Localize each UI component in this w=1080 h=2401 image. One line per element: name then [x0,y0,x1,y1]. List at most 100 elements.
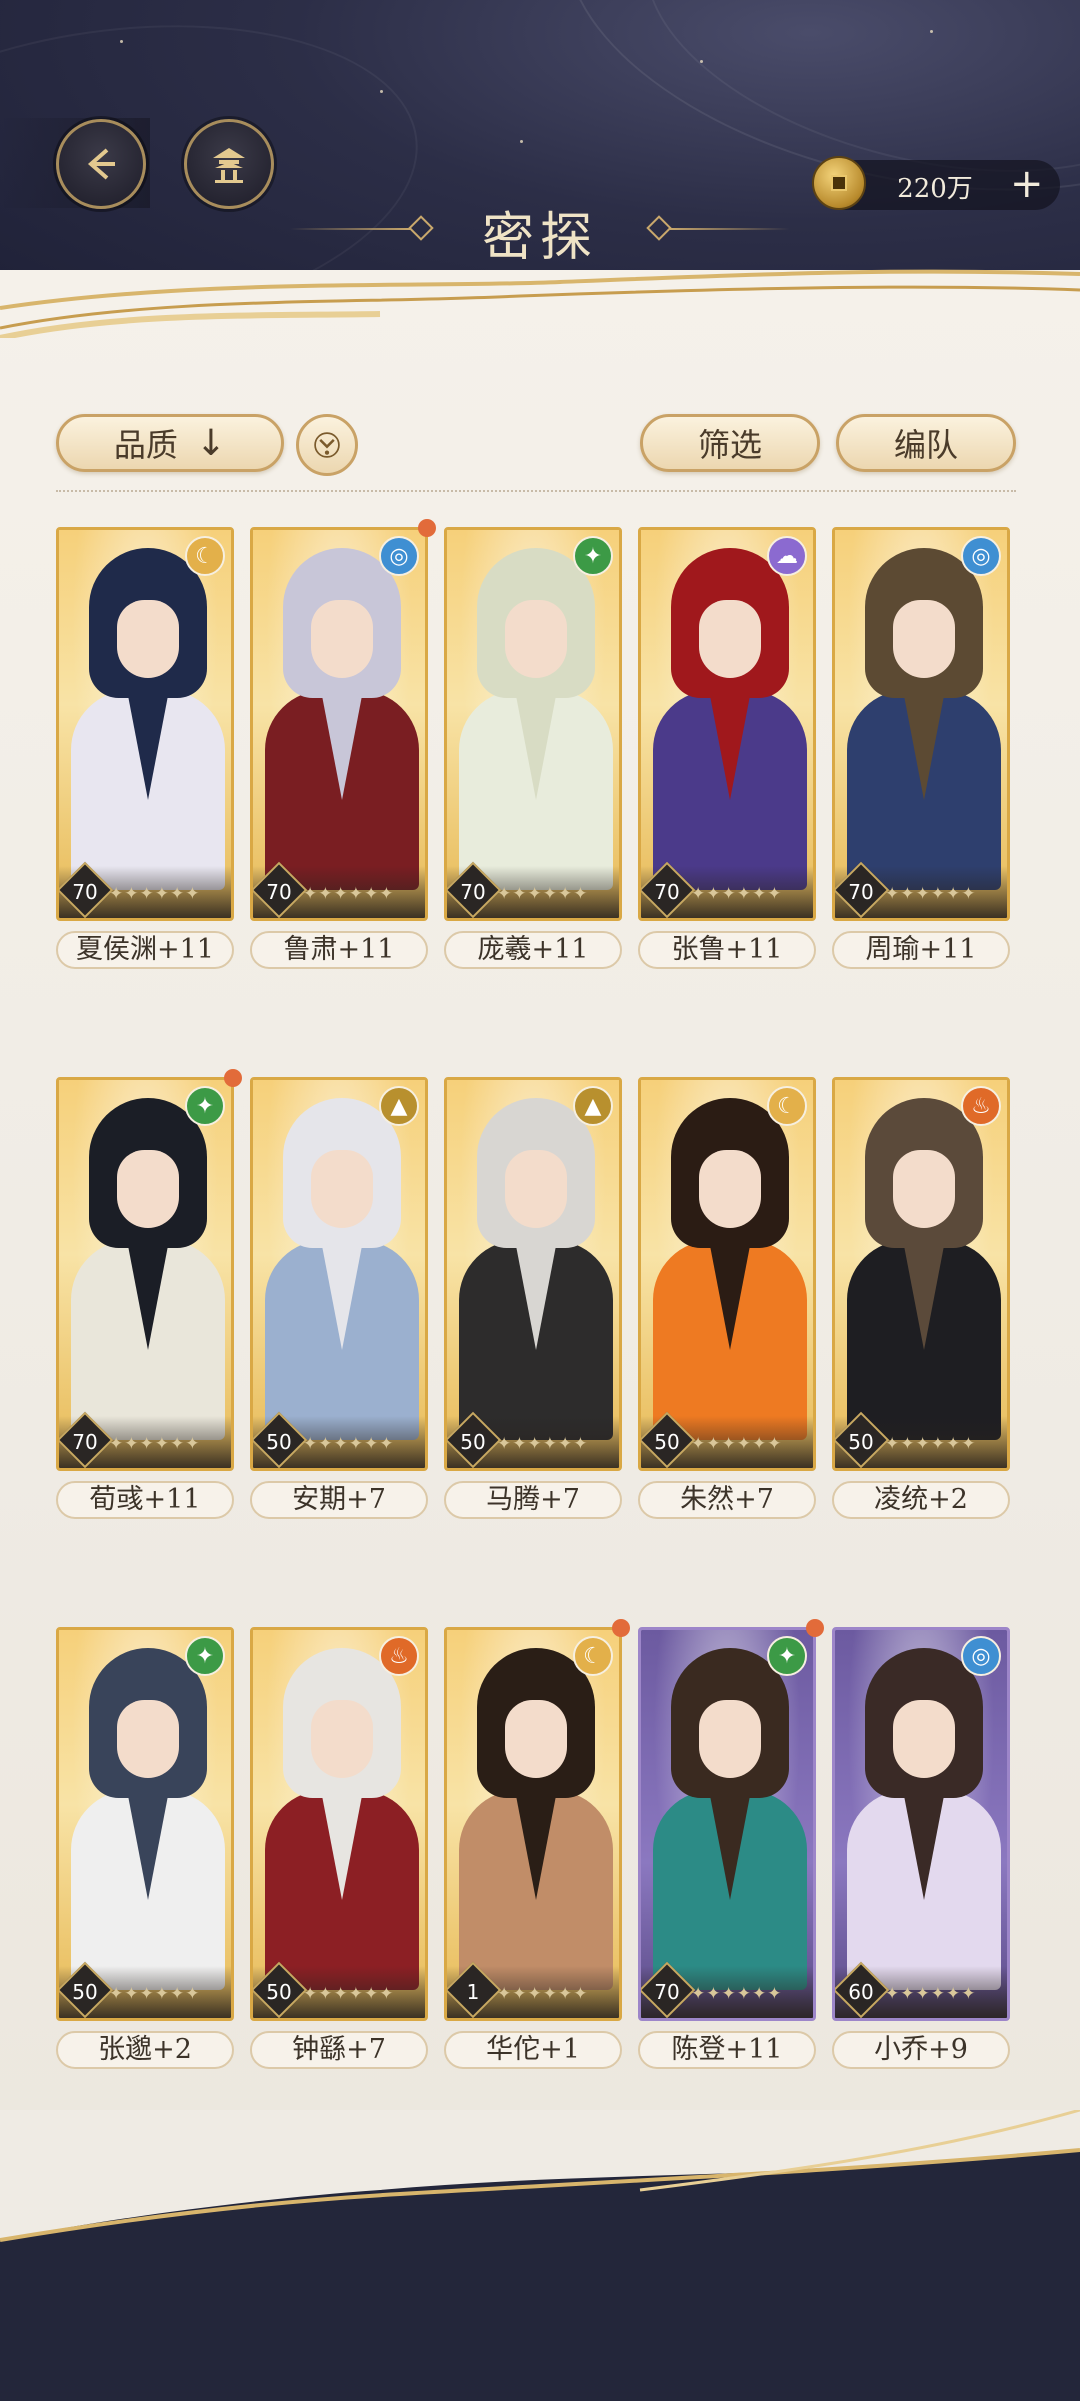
character-name: 鲁肃+11 [250,931,428,969]
character-card[interactable]: 70 ✦✦✦✦✦✦ ☁ 张鲁+11 [638,527,816,969]
character-portrait: 50 ✦✦✦✦✦✦ ▲ [250,1077,428,1471]
team-button[interactable]: 编队 [836,414,1016,472]
character-card[interactable]: 50 ✦✦✦✦✦✦ ♨ 钟繇+7 [250,1627,428,2069]
title-ornament-line [670,228,790,230]
fire-icon: ♨ [379,1636,419,1676]
star-rating: ✦✦✦✦✦✦ [497,1984,589,2004]
character-card[interactable]: 1 ✦✦✦✦✦✦ ☾ 华佗+1 [444,1619,630,2069]
level-value: 60 [848,1980,874,2004]
character-card[interactable]: 50 ✦✦✦✦✦✦ ☾ 朱然+7 [638,1077,816,1519]
wind-icon: ✦ [767,1636,807,1676]
star-rating: ✦✦✦✦✦✦ [885,884,977,904]
back-arrow-icon [87,148,115,180]
page-title-row: 密探 [0,195,1080,268]
character-portrait: 70 ✦✦✦✦✦✦ ☾ [56,527,234,921]
level-value: 70 [460,880,486,904]
character-name: 荀彧+11 [56,1481,234,1519]
chevron-down-icon [314,432,340,458]
star-rating: ✦✦✦✦✦✦ [109,1984,201,2004]
character-portrait: 70 ✦✦✦✦✦✦ ✦ [638,1627,816,2021]
star-rating: ✦✦✦✦✦✦ [109,1434,201,1454]
level-value: 50 [460,1430,486,1454]
sort-order-button[interactable] [296,414,358,476]
level-value: 70 [266,880,292,904]
bottom-decorative-border [0,2110,1080,2401]
level-value: 70 [654,1980,680,2004]
moon-icon: ☾ [767,1086,807,1126]
level-value: 70 [72,880,98,904]
character-portrait: 70 ✦✦✦✦✦✦ ☁ [638,527,816,921]
level-value: 50 [848,1430,874,1454]
moon-icon: ☾ [185,536,225,576]
character-card[interactable]: 70 ✦✦✦✦✦✦ ☾ 夏侯渊+11 [56,527,234,969]
moon-icon: ☾ [573,1636,613,1676]
notification-dot [612,1619,630,1637]
star-rating: ✦✦✦✦✦✦ [691,884,783,904]
star-rating: ✦✦✦✦✦✦ [691,1984,783,2004]
character-name: 张邈+2 [56,2031,234,2069]
water-icon: ◎ [379,536,419,576]
gold-wave-border [0,269,1080,338]
level-value: 50 [266,1980,292,2004]
character-name: 朱然+7 [638,1481,816,1519]
character-card[interactable]: 70 ✦✦✦✦✦✦ ◎ 鲁肃+11 [250,519,436,969]
character-portrait: 50 ✦✦✦✦✦✦ ▲ [444,1077,622,1471]
star-sparkle [120,40,123,43]
level-value: 1 [466,1980,480,2004]
level-value: 70 [848,880,874,904]
level-value: 70 [72,1430,98,1454]
character-portrait: 50 ✦✦✦✦✦✦ ☾ [638,1077,816,1471]
character-portrait: 70 ✦✦✦✦✦✦ ✦ [444,527,622,921]
character-card[interactable]: 70 ✦✦✦✦✦✦ ✦ 陈登+11 [638,1619,824,2069]
star-rating: ✦✦✦✦✦✦ [885,1984,977,2004]
star-sparkle [520,140,523,143]
character-card[interactable]: 50 ✦✦✦✦✦✦ ✦ 张邈+2 [56,1627,234,2069]
title-ornament-diamond [646,215,672,241]
character-portrait: 50 ✦✦✦✦✦✦ ✦ [56,1627,234,2021]
character-name: 陈登+11 [638,2031,816,2069]
notification-dot [224,1069,242,1087]
star-rating: ✦✦✦✦✦✦ [109,884,201,904]
character-card[interactable]: 60 ✦✦✦✦✦✦ ◎ 小乔+9 [832,1627,1010,2069]
water-icon: ◎ [961,536,1001,576]
character-card[interactable]: 50 ✦✦✦✦✦✦ ♨ 凌统+2 [832,1077,1010,1519]
title-ornament-diamond [408,215,434,241]
character-name: 张鲁+11 [638,931,816,969]
team-label: 编队 [893,426,958,464]
star-rating: ✦✦✦✦✦✦ [497,884,589,904]
character-name: 小乔+9 [832,2031,1010,2069]
filter-label: 筛选 [697,426,762,464]
character-card[interactable]: 70 ✦✦✦✦✦✦ ◎ 周瑜+11 [832,527,1010,969]
character-card[interactable]: 50 ✦✦✦✦✦✦ ▲ 安期+7 [250,1077,428,1519]
star-rating: ✦✦✦✦✦✦ [885,1434,977,1454]
level-value: 50 [266,1430,292,1454]
character-name: 安期+7 [250,1481,428,1519]
cloud-icon: ☁ [767,536,807,576]
filter-button[interactable]: 筛选 [640,414,820,472]
title-ornament-line [290,228,410,230]
sort-label: 品质 [113,426,178,464]
character-card[interactable]: 50 ✦✦✦✦✦✦ ▲ 马腾+7 [444,1077,622,1519]
sort-quality-button[interactable]: 品质 ↓ [56,414,284,472]
pavilion-icon [213,148,245,183]
notification-dot [806,1619,824,1637]
notification-dot [418,519,436,537]
wind-icon: ✦ [185,1636,225,1676]
character-portrait: 70 ✦✦✦✦✦✦ ◎ [832,527,1010,921]
character-name: 庞羲+11 [444,931,622,969]
character-portrait: 50 ✦✦✦✦✦✦ ♨ [250,1627,428,2021]
character-name: 钟繇+7 [250,2031,428,2069]
star-sparkle [380,90,383,93]
star-rating: ✦✦✦✦✦✦ [303,1984,395,2004]
mountain-icon: ▲ [379,1086,419,1126]
character-portrait: 60 ✦✦✦✦✦✦ ◎ [832,1627,1010,2021]
character-name: 周瑜+11 [832,931,1010,969]
character-portrait: 70 ✦✦✦✦✦✦ ◎ [250,527,428,921]
character-card[interactable]: 70 ✦✦✦✦✦✦ ✦ 荀彧+11 [56,1069,242,1519]
page-title: 密探 [481,208,598,268]
level-value: 50 [72,1980,98,2004]
wind-icon: ✦ [185,1086,225,1126]
water-icon: ◎ [961,1636,1001,1676]
character-name: 马腾+7 [444,1481,622,1519]
character-card[interactable]: 70 ✦✦✦✦✦✦ ✦ 庞羲+11 [444,527,622,969]
